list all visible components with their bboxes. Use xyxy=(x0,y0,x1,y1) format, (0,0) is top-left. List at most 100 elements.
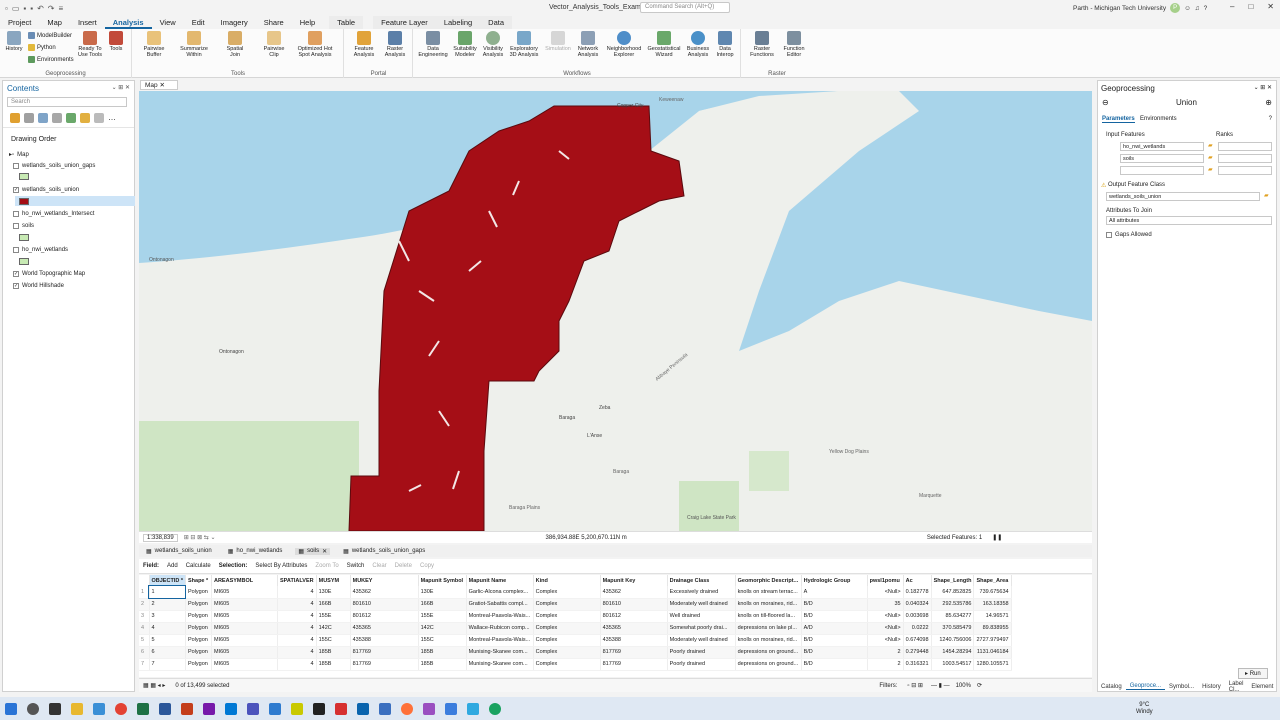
face-icon[interactable]: ☺ xyxy=(1184,5,1191,12)
raster-analysis-button[interactable]: Raster Analysis xyxy=(381,31,409,58)
tab-help[interactable]: Help xyxy=(292,16,323,29)
table-cell[interactable]: MI605 xyxy=(211,658,278,671)
table-cell[interactable]: 6 xyxy=(149,646,186,659)
map-view[interactable]: Copper City Ontonagon Ontonagon Baraga L… xyxy=(139,91,1092,531)
tab-analysis[interactable]: Analysis xyxy=(104,16,152,29)
table-cell[interactable]: 185B xyxy=(316,646,351,659)
add-icon[interactable]: ⊕ xyxy=(1265,98,1272,107)
data-engineering-button[interactable]: Data Engineering xyxy=(418,31,448,58)
table-cell[interactable]: 292.535786 xyxy=(931,598,975,611)
table-cell[interactable]: 817769 xyxy=(350,646,419,659)
terminal-icon[interactable] xyxy=(313,702,325,715)
close-icon[interactable]: ✕ xyxy=(322,548,327,555)
select-by-attributes-button[interactable]: Select By Attributes xyxy=(255,563,307,569)
environments-button[interactable]: Environments xyxy=(28,56,74,63)
row-index[interactable]: 1 xyxy=(139,586,150,599)
business-analysis-button[interactable]: Business Analysis xyxy=(684,31,712,58)
table-cell[interactable]: depressions on ground... xyxy=(735,646,802,659)
table-cell[interactable]: 155C xyxy=(418,634,467,647)
table-cell[interactable]: 4 xyxy=(149,622,186,635)
layer-wetlands-soils-union[interactable]: ✓ wetlands_soils_union xyxy=(13,187,79,193)
save-as-icon[interactable]: ▪ xyxy=(30,4,33,13)
clear-button[interactable]: Clear xyxy=(372,563,386,569)
column-header[interactable]: Drainage Class xyxy=(667,575,736,586)
redo-icon[interactable]: ↷ xyxy=(48,4,55,13)
geostatistical-wizard-button[interactable]: Geostatistical Wizard xyxy=(646,31,682,58)
table-cell[interactable]: Munising-Skanee com... xyxy=(466,646,534,659)
table-cell[interactable]: Poorly drained xyxy=(667,658,736,671)
layer-ho-nwi-wetlands-intersect[interactable]: ho_nwi_wetlands_Intersect xyxy=(13,211,94,217)
table-cell[interactable]: MI605 xyxy=(211,610,278,623)
data-interop-button[interactable]: Data Interop xyxy=(712,31,738,58)
column-header[interactable]: MUSYM xyxy=(316,575,351,586)
table-cell[interactable]: Polygon xyxy=(185,598,212,611)
column-header[interactable]: Shape_Area xyxy=(973,575,1012,586)
table-cell[interactable]: depressions on ground... xyxy=(735,658,802,671)
table-cell[interactable]: <Null> xyxy=(867,610,904,623)
table-cell[interactable]: knolls on till-floored la... xyxy=(735,610,802,623)
input-feature-3[interactable] xyxy=(1120,166,1204,175)
summarize-within-button[interactable]: Summarize Within xyxy=(175,31,213,58)
tab-view[interactable]: View xyxy=(152,16,184,29)
table-cell[interactable]: 163.18358 xyxy=(973,598,1012,611)
table-cell[interactable]: B/D xyxy=(801,610,868,623)
tab-table-soils[interactable]: ▦ soils ✕ xyxy=(295,547,331,555)
table-cell[interactable]: 817769 xyxy=(600,658,668,671)
table-cell[interactable]: 166B xyxy=(316,598,351,611)
attributes-to-join-select[interactable]: All attributes xyxy=(1106,216,1272,225)
onenote-icon[interactable] xyxy=(203,702,215,715)
neighborhood-explorer-button[interactable]: Neighborhood Explorer xyxy=(604,31,644,58)
table-cell[interactable]: <Null> xyxy=(867,634,904,647)
delete-button[interactable]: Delete xyxy=(395,563,412,569)
vscode-icon[interactable] xyxy=(357,702,369,715)
table-cell[interactable]: 2 xyxy=(867,646,904,659)
feature-analysis-button[interactable]: Feature Analysis xyxy=(351,31,377,58)
table-cell[interactable]: 185B xyxy=(316,658,351,671)
tab-table-ho-nwi-wetlands[interactable]: ▦ ho_nwi_wetlands xyxy=(225,548,286,555)
layer-world-topographic-map[interactable]: ✓ World Topographic Map xyxy=(13,271,85,277)
table-cell[interactable]: B/D xyxy=(801,598,868,611)
table-row[interactable]: 1 1 Polygon MI605 4 130E 435362 130E Garlic-Alco… xyxy=(139,585,1012,599)
table-cell[interactable]: 801610 xyxy=(350,598,419,611)
pane-options-icon[interactable]: ⌄ ⊞ ✕ xyxy=(112,84,130,91)
list-by-editing-icon[interactable] xyxy=(52,113,62,123)
folder-icon[interactable]: ▰ xyxy=(1208,154,1213,161)
table-cell[interactable]: 155E xyxy=(316,610,351,623)
table-cell[interactable]: Montreal-Paavola-Wais... xyxy=(466,634,534,647)
simulation-button[interactable]: Simulation xyxy=(542,31,574,52)
minimize-icon[interactable]: – xyxy=(1230,2,1234,11)
folder-icon[interactable]: ▰ xyxy=(1208,166,1213,173)
weather-widget[interactable]: 9°C Windy xyxy=(1136,702,1153,716)
help-icon[interactable]: ? xyxy=(1269,116,1272,122)
table-cell[interactable]: Somewhat poorly drai... xyxy=(667,622,736,635)
table-cell[interactable]: MI605 xyxy=(211,646,278,659)
tab-parameters[interactable]: Parameters xyxy=(1102,116,1135,123)
tab-table[interactable]: Table xyxy=(329,16,364,29)
table-cell[interactable]: 4 xyxy=(277,598,317,611)
teams-icon[interactable] xyxy=(247,702,259,715)
file-explorer-icon[interactable] xyxy=(71,702,83,715)
map-status-tools[interactable]: ⊞ ⊟ ⊠ ⇆ ⌄ xyxy=(184,534,216,541)
pane-options-icon[interactable]: ⌄ ⊞ ✕ xyxy=(1254,84,1272,91)
tab-imagery[interactable]: Imagery xyxy=(213,16,256,29)
table-cell[interactable]: Complex xyxy=(533,598,601,611)
table-cell[interactable]: 14.96571 xyxy=(973,610,1012,623)
column-header[interactable]: Shape_Length xyxy=(931,575,975,586)
table-cell[interactable]: 35 xyxy=(867,598,904,611)
table-cell[interactable]: B/D xyxy=(801,646,868,659)
table-zoom-level[interactable]: 100% xyxy=(956,683,971,689)
table-row[interactable]: 4 4 Polygon MI605 4 142C 435365 142C Wallace-Rub… xyxy=(139,622,1012,635)
table-cell[interactable]: 435388 xyxy=(350,634,419,647)
list-by-selection-icon[interactable] xyxy=(38,113,48,123)
column-header[interactable]: Shape * xyxy=(185,575,212,586)
table-cell[interactable]: 435365 xyxy=(350,622,419,635)
function-editor-button[interactable]: Function Editor xyxy=(780,31,808,58)
table-cell[interactable]: Excessively drained xyxy=(667,586,736,599)
table-cell[interactable]: 2 xyxy=(867,658,904,671)
acrobat-icon[interactable] xyxy=(335,702,347,715)
table-cell[interactable]: 1003.54517 xyxy=(931,658,975,671)
tab-label-class[interactable]: Label Cl... xyxy=(1225,681,1248,693)
suitability-modeler-button[interactable]: Suitability Modeler xyxy=(450,31,480,58)
column-header[interactable]: Mapunit Key xyxy=(600,575,668,586)
row-index[interactable]: 2 xyxy=(139,598,150,611)
